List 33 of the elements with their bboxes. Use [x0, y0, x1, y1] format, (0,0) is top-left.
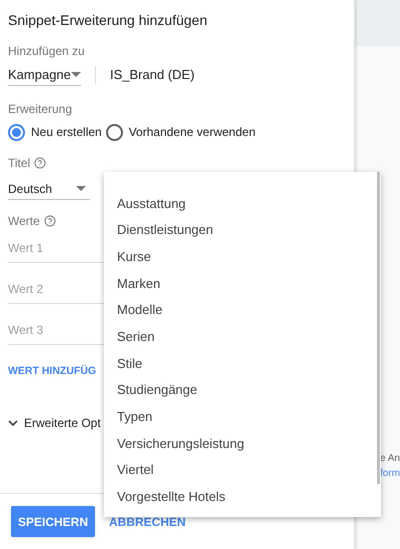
field-label: Hinzufügen zu	[8, 43, 86, 60]
save-button[interactable]: SPEICHERN	[11, 506, 96, 537]
field-label: Werte	[8, 213, 40, 230]
menu-item[interactable]: Stile	[104, 350, 377, 377]
field-label: Titel	[8, 155, 30, 172]
radio-option[interactable]: Neu erstellen	[8, 123, 102, 141]
menu-item[interactable]: Modelle	[104, 296, 377, 324]
menu-item[interactable]: Studiengänge	[104, 376, 377, 404]
menu-item[interactable]: Vorgestellte Hotels	[104, 484, 377, 510]
link[interactable]: form	[380, 466, 400, 481]
cancel-button[interactable]: ABBRECHEN	[109, 512, 186, 530]
menu-item[interactable]: Serien	[104, 323, 377, 350]
menu-item[interactable]: Dienstleistungen	[104, 216, 377, 244]
menu-item[interactable]: Versicherungsleistung	[104, 430, 377, 457]
menu-item[interactable]: Ausstattung	[104, 190, 377, 217]
advanced-options-toggle[interactable]: Erweiterte Opt	[8, 414, 101, 432]
add-value-link[interactable]: WERT HINZUFÜG	[8, 364, 96, 380]
help-icon	[34, 157, 46, 169]
campaign-name: IS_Brand (DE)	[110, 66, 195, 84]
menu-item[interactable]: Marken	[104, 270, 377, 297]
menu-item[interactable]: Typen	[104, 404, 377, 430]
dropdown-caret-icon	[70, 72, 81, 77]
level-dropdown[interactable]: Kampagne	[8, 64, 81, 86]
help-icon	[44, 215, 56, 227]
radio-option[interactable]: Vorhandene verwenden	[106, 123, 256, 141]
dialog-title: Snippet-Erweiterung hinzufügen	[8, 11, 208, 30]
language-dropdown[interactable]: Deutsch	[8, 178, 90, 200]
scrollbar[interactable]	[377, 172, 380, 484]
field-label: Erweiterung	[8, 101, 74, 118]
menu-item[interactable]: Kurse	[104, 243, 377, 270]
dropdown-caret-icon	[76, 186, 86, 191]
chevron-icon	[8, 420, 18, 426]
menu-item[interactable]: Viertel	[104, 456, 377, 484]
